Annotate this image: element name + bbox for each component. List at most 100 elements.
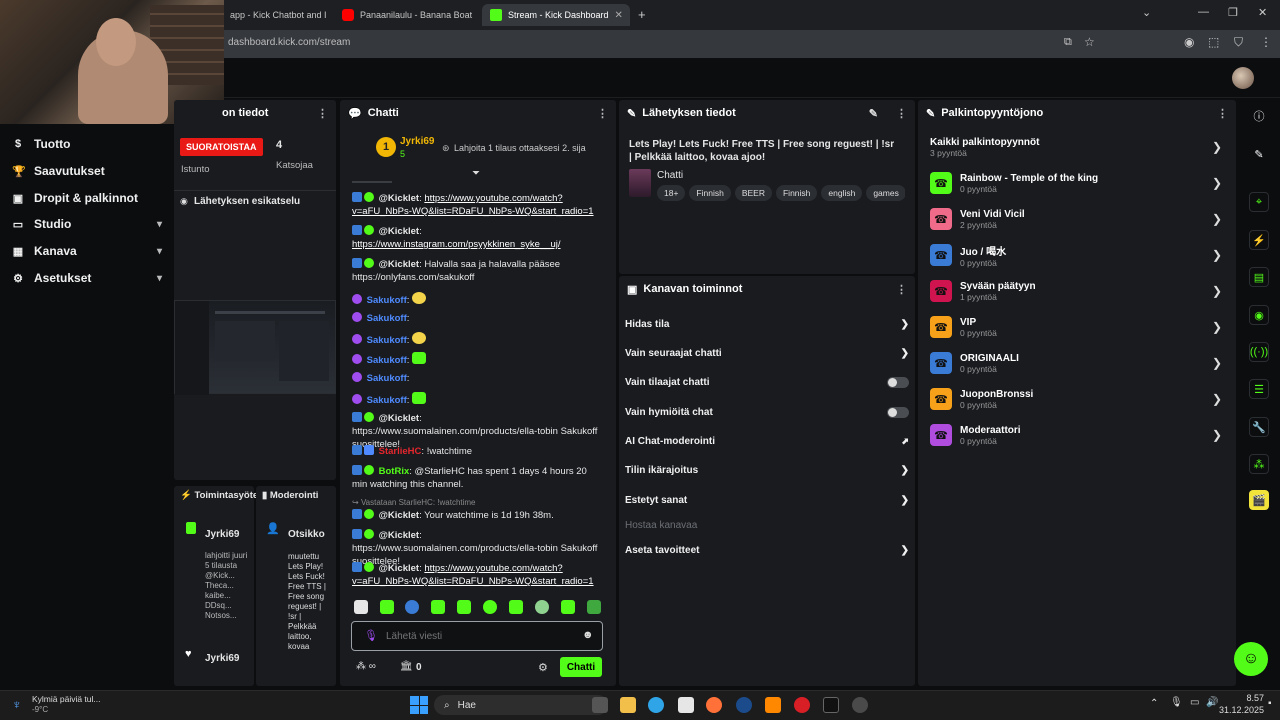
emotes-only-toggle[interactable] — [887, 406, 909, 418]
subscribers-only-toggle[interactable] — [887, 376, 909, 388]
opera-icon[interactable] — [794, 697, 810, 713]
firefox-icon[interactable] — [706, 697, 722, 713]
nav-item-tuotto[interactable]: $ Tuotto — [12, 134, 70, 154]
emote-icon[interactable] — [354, 600, 368, 614]
action-set-goals[interactable]: Aseta tavoitteet ❯ — [625, 540, 909, 560]
clapperboard-icon[interactable]: 🎬 — [1249, 490, 1269, 510]
focus-icon[interactable]: ⌖ — [1249, 192, 1269, 212]
nav-item-kanava[interactable]: ▦ Kanava ▾ — [12, 241, 162, 261]
action-age-restriction[interactable]: Tilin ikärajoitus ❯ — [625, 460, 909, 480]
stream-preview-video[interactable] — [174, 300, 336, 395]
send-chat-button[interactable]: Chatti — [560, 657, 602, 677]
chat-input-container[interactable]: 🎙 ☻ — [351, 621, 603, 651]
obs-icon[interactable] — [852, 697, 868, 713]
chevron-up-icon[interactable]: ⌃ — [1150, 698, 1158, 709]
reward-item[interactable]: ☎ Moderaattori 0 pyyntöä ❯ — [930, 419, 1222, 451]
emote-icon[interactable] — [380, 600, 394, 614]
action-ai-moderation[interactable]: AI Chat-moderointi ⬈ — [625, 431, 909, 451]
chat-username[interactable]: @Kicklet — [379, 226, 419, 237]
browser-tab-kick[interactable]: Stream - Kick Dashboard ✕ — [482, 4, 630, 26]
tag[interactable]: 18+ — [657, 185, 686, 201]
reward-item[interactable]: ☎ Veni Vidi Vicil 2 pyyntöä ❯ — [930, 203, 1222, 235]
browser-tab-youtube[interactable]: Panaanilaulu - Banana Boat ✕ — [334, 4, 476, 26]
emote-icon[interactable] — [509, 600, 523, 614]
install-app-icon[interactable]: ⧉ — [1064, 36, 1072, 49]
menu-icon[interactable]: ⋮ — [1260, 35, 1272, 49]
task-view-icon[interactable] — [592, 697, 608, 713]
mic-icon[interactable]: 🎙 — [1170, 697, 1183, 708]
category-name[interactable]: Chatti — [657, 170, 683, 181]
bolt-icon[interactable]: ⚡ — [1249, 230, 1269, 250]
action-slow-mode[interactable]: Hidas tila ❯ — [625, 314, 909, 334]
store-icon[interactable]: 🏛 — [400, 661, 413, 672]
category-thumbnail[interactable] — [629, 169, 651, 197]
more-options-icon[interactable]: ⋮ — [317, 107, 328, 120]
emote-icon[interactable] — [431, 600, 445, 614]
avatar[interactable] — [1232, 67, 1254, 89]
pinned-user[interactable]: Jyrki69 — [400, 136, 434, 147]
tag[interactable]: Finnish — [775, 185, 818, 201]
broadcast-icon[interactable]: ((·)) — [1249, 342, 1269, 362]
help-chat-button[interactable]: ☺ — [1234, 642, 1268, 676]
chat-username[interactable]: @Kicklet — [379, 530, 419, 541]
emote-icon[interactable] — [535, 600, 549, 614]
nodes-icon[interactable]: ⁂ — [1249, 454, 1269, 474]
chat-icon[interactable]: ◉ — [1249, 305, 1269, 325]
chat-username[interactable]: BotRix — [379, 466, 410, 477]
clock-date[interactable]: 31.12.2025 — [1214, 705, 1264, 715]
nav-item-dropit[interactable]: ▣ Dropit & palkinnot — [12, 188, 138, 208]
terminal-icon[interactable] — [823, 697, 839, 713]
chat-username[interactable]: Sakukoff — [367, 355, 407, 366]
close-window-icon[interactable]: ✕ — [1258, 6, 1267, 19]
notification-icon[interactable]: ▪ — [1268, 698, 1272, 709]
emote-icon[interactable] — [457, 600, 471, 614]
nav-item-saavutukset[interactable]: 🏆 Saavutukset — [12, 161, 105, 181]
bookmark-star-icon[interactable]: ☆ — [1084, 35, 1095, 49]
restore-icon[interactable]: ❐ — [1228, 6, 1238, 19]
emote-icon[interactable] — [405, 600, 419, 614]
emote-icon[interactable] — [561, 600, 575, 614]
url-field[interactable]: dashboard.kick.com/stream — [228, 37, 350, 48]
nav-item-asetukset[interactable]: ⚙ Asetukset ▾ — [12, 268, 162, 288]
windows-start-icon[interactable] — [410, 696, 428, 714]
weather-title[interactable]: Kylmiä päiviä tul... — [32, 694, 101, 704]
steam-icon[interactable] — [736, 697, 752, 713]
info-icon[interactable]: ⓘ — [1249, 106, 1269, 126]
tag[interactable]: games — [866, 185, 905, 201]
chat-username[interactable]: Sakukoff — [367, 395, 407, 406]
chat-message-input[interactable] — [386, 628, 566, 644]
chat-username[interactable]: Sakukoff — [367, 373, 407, 384]
store-icon[interactable] — [678, 697, 694, 713]
chat-link[interactable]: https://www.instagram.com/psyykkinen_syk… — [352, 239, 561, 250]
chat-username[interactable]: Sakukoff — [367, 313, 407, 324]
nav-item-studio[interactable]: ▭ Studio ▾ — [12, 214, 162, 234]
tag[interactable]: Finnish — [689, 185, 731, 201]
chat-username[interactable]: @Kicklet — [379, 563, 419, 574]
minimize-icon[interactable]: — — [1198, 6, 1209, 18]
action-followers-only[interactable]: Vain seuraajat chatti ❯ — [625, 343, 909, 363]
profile-icon[interactable]: ◉ — [1184, 35, 1194, 49]
reward-item-all[interactable]: Kaikki palkintopyynnöt 3 pyyntöä ❯ — [930, 131, 1222, 163]
wrench-icon[interactable]: 🔧 — [1249, 417, 1269, 437]
vlc-icon[interactable] — [765, 697, 781, 713]
clock-time[interactable]: 8.57 — [1224, 693, 1264, 703]
chat-username[interactable]: StarlieHC — [379, 446, 422, 457]
chat-username[interactable]: Sakukoff — [367, 335, 407, 346]
tab-list-icon[interactable]: ⌄ — [1142, 6, 1151, 19]
edit-icon[interactable]: ✎ — [1249, 144, 1269, 164]
extensions-icon[interactable]: ⬚ — [1208, 35, 1219, 49]
chat-username[interactable]: @Kicklet — [379, 510, 419, 521]
points-icon[interactable]: ⁂ ∞ — [356, 661, 376, 672]
reward-item[interactable]: ☎ VIP 0 pyyntöä ❯ — [930, 311, 1222, 343]
chat-username[interactable]: @Kicklet — [379, 259, 419, 270]
tag[interactable]: BEER — [734, 185, 772, 201]
more-options-icon[interactable]: ⋮ — [896, 107, 907, 120]
reward-item[interactable]: ☎ Juo / 喝水 0 pyyntöä ❯ — [930, 239, 1222, 271]
chat-username[interactable]: Sakukoff — [367, 295, 407, 306]
reward-item[interactable]: ☎ JuoponBronssi 0 pyyntöä ❯ — [930, 383, 1222, 415]
emote-icon[interactable] — [587, 600, 601, 614]
emote-icon[interactable] — [483, 600, 497, 614]
shield-icon[interactable]: ⛉ — [1234, 35, 1243, 50]
close-icon[interactable]: ✕ — [615, 10, 623, 21]
taskbar-search[interactable]: ⌕ Hae — [434, 695, 608, 715]
